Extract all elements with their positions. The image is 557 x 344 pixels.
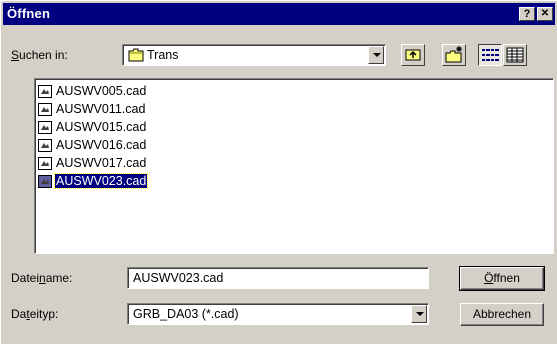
open-button[interactable]: Öffnen [459,266,545,291]
list-view-button[interactable] [478,44,502,66]
up-one-level-button[interactable] [401,44,425,66]
cad-file-icon [38,85,52,98]
filename-input[interactable]: AUSWV023.cad [127,267,429,289]
folder-icon [128,48,144,65]
filetype-combobox[interactable]: GRB_DA03 (*.cad) [127,303,429,325]
filetype-dropdown-arrow[interactable] [411,305,427,323]
close-button[interactable]: ✕ [537,7,553,21]
cancel-button[interactable]: Abbrechen [460,303,544,326]
file-name: AUSWV005.cad [56,84,147,98]
cad-file-icon [38,121,52,134]
help-button[interactable]: ? [519,7,535,21]
filename-label: Dateiname: [11,271,73,285]
file-name: AUSWV016.cad [56,138,147,152]
open-dialog: Öffnen ? ✕ Suchen in: Trans AUSWV005.cad… [0,0,557,344]
title-bar[interactable]: Öffnen ? ✕ [3,3,555,25]
filetype-value: GRB_DA03 (*.cad) [133,307,239,321]
look-in-label: Suchen in: [11,48,68,62]
file-list[interactable]: AUSWV005.cad AUSWV011.cad AUSWV015.cad AUSW… [34,78,554,254]
details-view-button[interactable] [503,44,527,66]
list-view-icon [482,49,499,61]
cad-file-icon [38,157,52,170]
filetype-label: Dateityp: [11,307,59,321]
file-name: AUSWV011.cad [56,102,146,116]
new-folder-button[interactable] [442,44,466,66]
look-in-combobox[interactable]: Trans [122,44,386,66]
details-view-icon [506,47,524,63]
file-name: AUSWV023.cad [53,173,149,189]
cad-file-icon [38,175,52,188]
dialog-title: Öffnen [7,6,51,21]
filename-value: AUSWV023.cad [133,271,224,285]
file-name: AUSWV017.cad [56,156,147,170]
cad-file-icon [38,139,52,152]
new-folder-icon [445,46,462,63]
file-name: AUSWV015.cad [56,120,147,134]
cad-file-icon [38,103,52,116]
look-in-value: Trans [147,48,179,62]
up-one-level-icon [405,49,421,61]
look-in-dropdown-arrow[interactable] [368,46,384,64]
